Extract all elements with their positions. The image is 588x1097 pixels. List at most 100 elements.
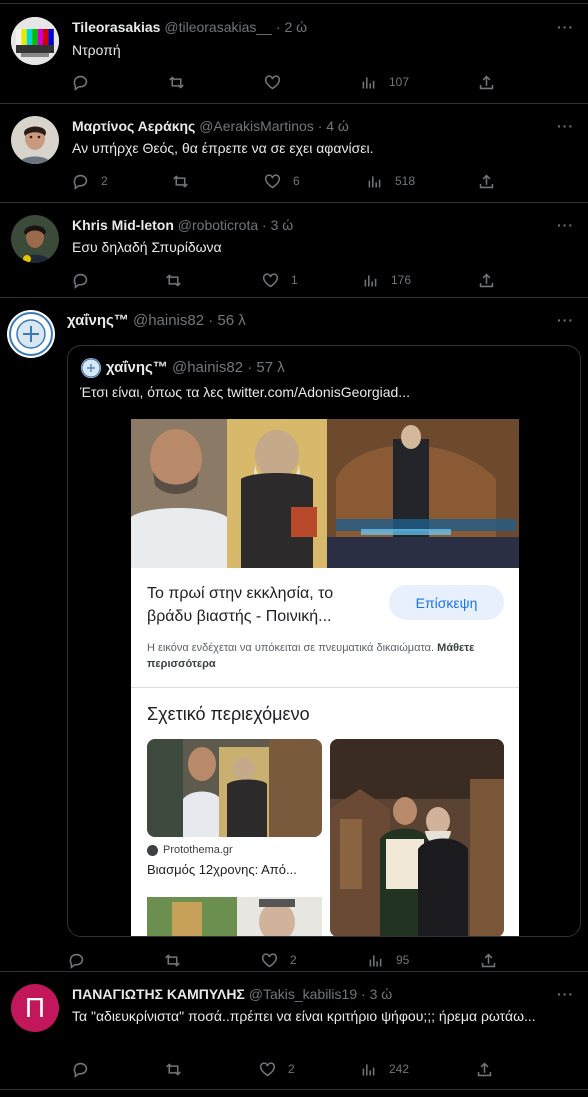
like-button[interactable]: 6 bbox=[264, 171, 300, 191]
views-icon bbox=[362, 76, 375, 88]
timestamp[interactable]: 56 λ bbox=[217, 312, 245, 329]
share-button[interactable] bbox=[476, 1059, 493, 1079]
views-button[interactable]: 107 bbox=[360, 72, 409, 92]
avatar[interactable] bbox=[11, 17, 59, 65]
tweet-header: ΠΑΝΑΓΙΩΤΗΣ ΚΑΜΠΥΛΗΣ @Takis_kabilis19 · 3… bbox=[72, 986, 392, 1002]
reply-button[interactable] bbox=[68, 950, 97, 970]
more-icon[interactable]: ··· bbox=[557, 986, 574, 1002]
article-headline[interactable]: Το πρωί στην εκκλησία, το βράδυ βιαστής … bbox=[147, 582, 375, 628]
views-button[interactable]: 518 bbox=[366, 171, 415, 191]
like-icon bbox=[262, 272, 279, 287]
views-count: 242 bbox=[389, 1062, 410, 1076]
share-button[interactable] bbox=[478, 270, 495, 290]
views-button[interactable]: 176 bbox=[362, 270, 411, 290]
timestamp[interactable]: 4 ώ bbox=[326, 118, 349, 134]
retweet-button[interactable] bbox=[164, 950, 193, 970]
reply-button[interactable] bbox=[72, 72, 101, 92]
tweet-text: Ντροπή bbox=[72, 42, 121, 58]
related-title: Σχετικό περιεχόμενο bbox=[147, 704, 310, 724]
avatar[interactable] bbox=[11, 116, 59, 164]
reply-button[interactable]: 2 bbox=[72, 171, 108, 191]
retweet-button[interactable] bbox=[172, 171, 201, 191]
card-divider bbox=[131, 687, 519, 688]
author-handle[interactable]: @AerakisMartinos bbox=[199, 118, 314, 134]
related-caption[interactable]: Βιασμός 12χρονης: Από... bbox=[147, 862, 297, 877]
quoted-tweet[interactable]: χαΐνης™ @hainis82 · 57 λ Έτσι είναι, όπω… bbox=[67, 345, 581, 937]
embedded-image[interactable]: Το πρωί στην εκκλησία, το βράδυ βιαστής … bbox=[131, 419, 519, 937]
quote-header: χαΐνης™ @hainis82 · 57 λ bbox=[106, 359, 285, 376]
author-handle[interactable]: @Takis_kabilis19 bbox=[249, 986, 357, 1002]
tweet-header: Khris Mid-leton @roboticrota · 3 ώ bbox=[72, 217, 293, 233]
views-count: 107 bbox=[389, 75, 410, 89]
visit-button[interactable]: Επίσκεψη bbox=[389, 585, 504, 620]
timestamp[interactable]: 3 ώ bbox=[370, 986, 393, 1002]
action-bar: 2 95 bbox=[68, 950, 498, 970]
separator-dot: · bbox=[361, 986, 366, 1002]
author-handle[interactable]: @roboticrota bbox=[178, 217, 258, 233]
share-button[interactable] bbox=[478, 72, 495, 92]
like-count: 2 bbox=[288, 1062, 295, 1076]
tweet-header: χαΐνης™ @hainis82 · 56 λ bbox=[67, 312, 246, 329]
tweet-1[interactable]: Tileorasakias @tileorasakias__ · 2 ώ ···… bbox=[0, 4, 588, 104]
views-button[interactable]: 95 bbox=[367, 950, 409, 970]
share-icon bbox=[479, 74, 494, 89]
reply-button[interactable] bbox=[72, 1059, 101, 1079]
like-button[interactable]: 2 bbox=[259, 1059, 295, 1079]
author-name[interactable]: χαΐνης™ bbox=[67, 312, 129, 329]
tweet-5[interactable]: Π ΠΑΝΑΓΙΩΤΗΣ ΚΑΜΠΥΛΗΣ @Takis_kabilis19 ·… bbox=[0, 972, 588, 1090]
views-icon bbox=[369, 954, 382, 966]
more-icon[interactable]: ··· bbox=[557, 312, 574, 328]
related-thumbnail-1[interactable] bbox=[147, 739, 322, 837]
reply-icon bbox=[73, 174, 88, 190]
reply-button[interactable] bbox=[72, 270, 101, 290]
retweet-icon bbox=[165, 953, 180, 967]
like-button[interactable]: 2 bbox=[261, 950, 297, 970]
retweet-button[interactable] bbox=[168, 72, 197, 92]
views-count: 95 bbox=[396, 953, 410, 967]
quote-link[interactable]: twitter.com/AdonisGeorgiad... bbox=[227, 384, 410, 400]
related-source-row: Protothema.gr bbox=[147, 844, 233, 856]
separator-dot: · bbox=[317, 118, 323, 134]
author-name[interactable]: Μαρτίνος Αεράκης bbox=[72, 118, 195, 134]
timestamp[interactable]: 3 ώ bbox=[271, 217, 294, 233]
like-count: 2 bbox=[290, 953, 297, 967]
timestamp[interactable]: 2 ώ bbox=[284, 19, 307, 35]
retweet-icon bbox=[166, 273, 181, 287]
views-button[interactable]: 242 bbox=[360, 1059, 409, 1079]
related-thumbnail-2[interactable] bbox=[330, 739, 504, 937]
like-icon bbox=[264, 74, 281, 89]
share-button[interactable] bbox=[478, 171, 495, 191]
quote-text: Έτσι είναι, όπως τα λες bbox=[80, 384, 224, 400]
related-source: Protothema.gr bbox=[163, 844, 233, 856]
action-bar: 107 bbox=[72, 72, 502, 92]
retweet-button[interactable] bbox=[165, 270, 194, 290]
like-count: 1 bbox=[291, 273, 298, 287]
share-button[interactable] bbox=[480, 950, 497, 970]
like-button[interactable]: 1 bbox=[262, 270, 298, 290]
like-button[interactable] bbox=[264, 72, 293, 92]
author-handle[interactable]: @hainis82 bbox=[133, 312, 204, 329]
retweet-button[interactable] bbox=[165, 1059, 194, 1079]
avatar[interactable]: Π bbox=[11, 984, 59, 1032]
copyright-note: Η εικόνα ενδέχεται να υπόκειται σε πνευμ… bbox=[147, 640, 507, 672]
reply-count: 2 bbox=[101, 174, 108, 188]
tweet-3[interactable]: Khris Mid-leton @roboticrota · 3 ώ ··· Ε… bbox=[0, 203, 588, 298]
related-thumbnail-3[interactable] bbox=[147, 897, 322, 937]
author-name[interactable]: ΠΑΝΑΓΙΩΤΗΣ ΚΑΜΠΥΛΗΣ bbox=[72, 986, 245, 1002]
separator-dot: · bbox=[262, 217, 267, 233]
author-name[interactable]: Tileorasakias bbox=[72, 19, 160, 35]
like-icon bbox=[259, 1061, 276, 1076]
avatar[interactable] bbox=[11, 215, 59, 263]
reply-icon bbox=[73, 1062, 88, 1078]
copyright-text: Η εικόνα ενδέχεται να υπόκειται σε πνευμ… bbox=[147, 642, 435, 654]
more-icon[interactable]: ··· bbox=[557, 118, 574, 134]
like-icon bbox=[261, 952, 278, 967]
more-icon[interactable]: ··· bbox=[557, 217, 574, 233]
author-handle[interactable]: @tileorasakias__ bbox=[164, 19, 272, 35]
author-name[interactable]: Khris Mid-leton bbox=[72, 217, 174, 233]
avatar[interactable] bbox=[7, 310, 55, 358]
tweet-2[interactable]: Μαρτίνος Αεράκης @AerakisMartinos · 4 ώ … bbox=[0, 104, 588, 203]
share-icon bbox=[479, 173, 494, 188]
more-icon[interactable]: ··· bbox=[557, 19, 574, 35]
tweet-text: Αν υπήρχε Θεός, θα έπρεπε να σε εχει αφα… bbox=[72, 140, 374, 156]
